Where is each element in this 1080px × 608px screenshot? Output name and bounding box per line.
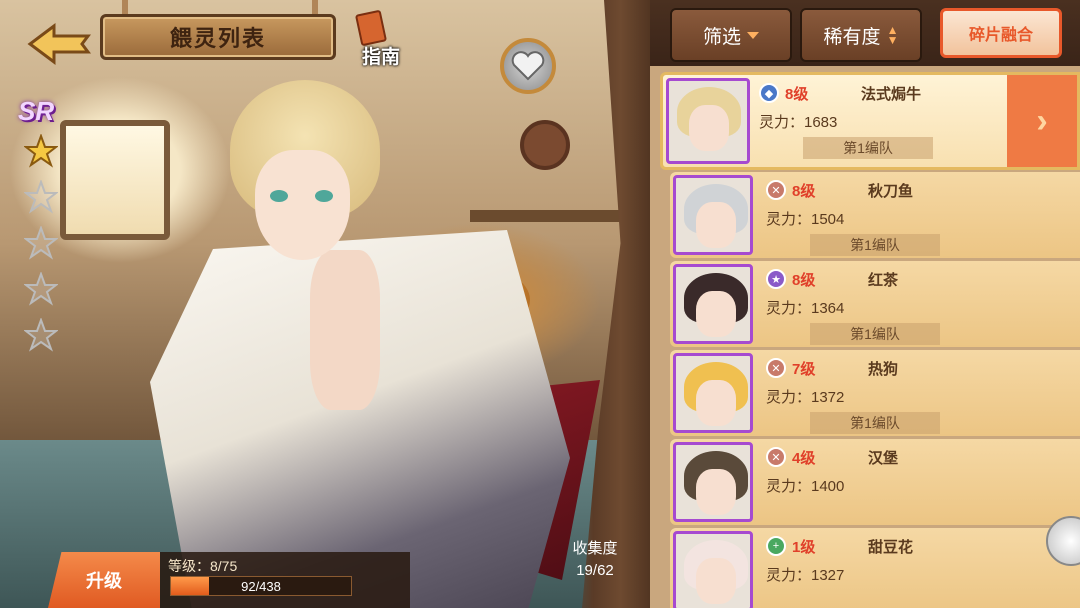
favorite-button[interactable] [500, 38, 556, 94]
character-level: 8级 [785, 86, 809, 103]
character-eye-left [270, 190, 288, 202]
collection-progress: 收集度 19/62 [560, 538, 630, 582]
character-card[interactable]: ★ 8级 红茶灵力：1364 第1编队 [670, 261, 1080, 347]
character-avatar [673, 264, 753, 344]
character-card[interactable]: +1级 甜豆花灵力：1327 [670, 528, 1080, 608]
xp-bar: 92/438 [170, 576, 352, 596]
page-title: 餵灵列表 [169, 26, 266, 51]
team-tag: 第1编队 [803, 137, 933, 159]
chevron-right-icon: › [1036, 101, 1048, 140]
list-toolbar: 筛选 稀有度 ▲ ▼ 碎片融合 [650, 0, 1080, 66]
star-filled-icon [23, 133, 59, 168]
avatar-face [696, 202, 736, 248]
rarity-sort-button[interactable]: 稀有度 ▲ ▼ [800, 8, 922, 62]
character-illustration[interactable] [130, 80, 600, 608]
level-text: 等级：8/75 [168, 558, 238, 574]
star-empty-icon [23, 179, 59, 214]
avatar-face [696, 558, 736, 604]
rarity-sort-label: 稀有度 [823, 26, 881, 48]
character-avatar [673, 353, 753, 433]
character-list[interactable]: ◆ 8级 法式焗牛 灵力：1683 第1编队 › ✕ 8级 秋刀鱼 灵力：1504 第1编队 ★ 8级红… [650, 70, 1080, 608]
guide-button[interactable]: 指南 [350, 9, 410, 68]
book-icon [354, 9, 388, 47]
team-tag: 第1编队 [810, 323, 940, 345]
character-power: 灵力：1683 [759, 114, 838, 131]
collection-label: 收集度 [572, 540, 618, 557]
character-card[interactable]: ◆ 8级 法式焗牛灵力：1683 第1编队 › [660, 72, 1080, 170]
character-name: 热狗 [868, 361, 899, 378]
dropdown-arrow-icon [747, 31, 759, 39]
guide-label: 指南 [362, 47, 401, 68]
character-level: 4级 [792, 450, 816, 467]
character-power: 灵力：1504 [766, 211, 845, 228]
character-avatar [673, 531, 753, 608]
character-power: 灵力：1364 [766, 300, 845, 317]
page-title-plate: 餵灵列表 [100, 14, 336, 60]
star-icon: ★ [766, 269, 786, 289]
character-avatar [666, 78, 750, 164]
heart-icon [511, 51, 545, 81]
swords-icon: ✕ [766, 447, 786, 467]
character-name: 甜豆花 [868, 539, 914, 556]
fragment-fusion-button[interactable]: 碎片融合 [940, 8, 1062, 58]
character-name: 汉堡 [868, 450, 899, 467]
star-empty-icon [23, 317, 59, 352]
character-level: 7级 [792, 361, 816, 378]
upgrade-label: 升级 [86, 571, 122, 591]
character-avatar [673, 442, 753, 522]
character-chest [310, 250, 380, 410]
detail-arrow-button[interactable]: › [1007, 75, 1077, 167]
character-eye-right [315, 190, 333, 202]
back-button[interactable] [24, 22, 94, 66]
avatar-face [696, 291, 736, 337]
xp-text: 92/438 [241, 579, 281, 594]
character-card[interactable]: ✕ 7级 热狗灵力：1372 第1编队 [670, 350, 1080, 436]
sort-arrows-icon: ▲ ▼ [886, 23, 899, 47]
character-name: 红茶 [868, 272, 899, 289]
shield-icon: ◆ [759, 83, 779, 103]
fragment-fusion-label: 碎片融合 [968, 27, 1033, 44]
character-power: 灵力：1400 [766, 478, 845, 495]
star-rating [23, 133, 64, 352]
star-empty-icon [23, 225, 59, 260]
team-tag: 第1编队 [810, 234, 940, 256]
character-card[interactable]: ✕ 8级 秋刀鱼灵力：1504 第1编队 [670, 172, 1080, 258]
upgrade-button[interactable]: 升级 [48, 552, 160, 608]
character-name: 法式焗牛 [861, 86, 922, 103]
star-empty-icon [23, 271, 59, 306]
character-card[interactable]: ✕ 4级 汉堡灵力：1400 [670, 439, 1080, 525]
collection-value: 19/62 [576, 562, 614, 579]
character-list-panel: 筛选 稀有度 ▲ ▼ 碎片融合 ◆ 8级 法式焗牛 灵力：1683 第1编队 › ✕ 8级 秋刀鱼… [650, 0, 1080, 608]
back-arrow-icon [27, 23, 91, 65]
character-power: 灵力：1327 [766, 567, 845, 584]
avatar-face [689, 105, 729, 151]
avatar-face [696, 380, 736, 426]
character-name: 秋刀鱼 [868, 183, 914, 200]
swords-icon: ✕ [766, 180, 786, 200]
plus-icon: + [766, 536, 786, 556]
swords-icon: ✕ [766, 358, 786, 378]
rarity-badge: SR [18, 96, 55, 126]
character-level: 8级 [792, 183, 816, 200]
level-panel: 等级：8/75 92/438 [160, 552, 410, 608]
character-level: 8级 [792, 272, 816, 289]
character-avatar [673, 175, 753, 255]
filter-label: 筛选 [702, 26, 741, 48]
character-level: 1级 [792, 539, 816, 556]
character-face [255, 150, 350, 260]
filter-button[interactable]: 筛选 [670, 8, 792, 62]
character-power: 灵力：1372 [766, 389, 845, 406]
avatar-face [696, 469, 736, 515]
team-tag: 第1编队 [810, 412, 940, 434]
